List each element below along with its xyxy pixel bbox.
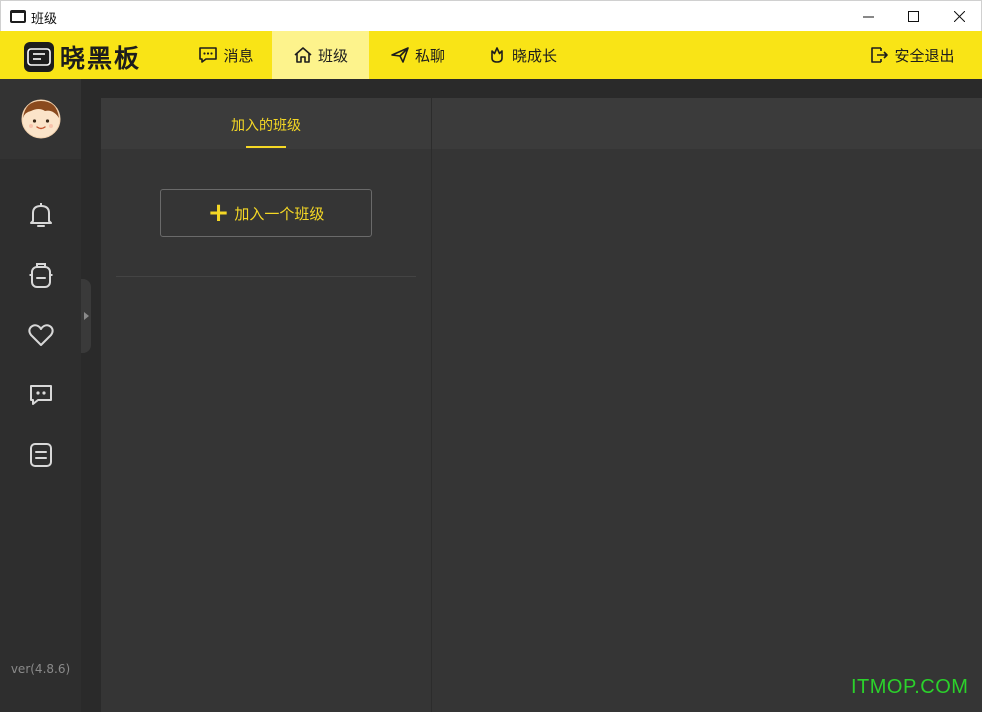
plus-icon: + — [207, 198, 230, 228]
nav-classes[interactable]: 班级 — [272, 31, 369, 79]
message-icon — [199, 47, 218, 63]
sidebar-collapse-handle[interactable] — [81, 279, 91, 353]
list-divider — [116, 276, 416, 277]
maximize-icon — [907, 11, 919, 22]
growth-icon — [491, 47, 503, 63]
maximize-button[interactable] — [890, 1, 936, 32]
window-titlebar: 班级 — [0, 0, 982, 31]
nav-growth[interactable]: 晓成长 — [466, 31, 578, 79]
backpack-icon — [29, 263, 53, 288]
nav-messages[interactable]: 消息 — [180, 31, 272, 79]
logout-button[interactable]: 安全退出 — [856, 31, 968, 79]
tab-active-indicator — [246, 146, 286, 148]
app-logo: 晓黑板 — [24, 39, 141, 75]
close-icon — [953, 11, 965, 22]
sidebar-backpack[interactable] — [25, 259, 57, 291]
tab-joined-classes[interactable]: 加入的班级 — [101, 98, 431, 149]
minimize-button[interactable] — [845, 1, 891, 32]
join-class-label: 加入一个班级 — [234, 204, 325, 223]
send-icon — [391, 47, 409, 63]
nav-classes-label: 班级 — [317, 46, 348, 65]
sidebar-heart[interactable] — [25, 319, 57, 351]
sidebar-notes[interactable] — [25, 439, 57, 471]
top-header: 晓黑板 消息 班级 私聊 晓成长 安全退出 — [0, 31, 982, 79]
avatar-area — [0, 79, 81, 159]
class-tabbar: 加入的班级 — [101, 98, 431, 149]
watermark: ITMOP.COM — [851, 676, 969, 698]
logout-label: 安全退出 — [894, 46, 955, 65]
home-icon — [294, 47, 312, 63]
notes-icon — [30, 443, 52, 467]
nav-private-chat-label: 私聊 — [414, 46, 445, 65]
avatar[interactable] — [21, 99, 61, 139]
logout-icon — [871, 47, 889, 63]
nav-messages-label: 消息 — [223, 46, 254, 65]
logo-badge-icon — [24, 42, 54, 72]
window-title: 班级 — [31, 12, 58, 27]
heart-icon — [28, 324, 54, 346]
detail-topbar — [432, 98, 982, 149]
nav-growth-label: 晓成长 — [511, 46, 557, 65]
app-icon — [10, 10, 26, 23]
sidebar-bell[interactable] — [25, 199, 57, 231]
bell-icon — [30, 203, 52, 227]
class-list-panel: 加入的班级 + 加入一个班级 — [101, 98, 431, 712]
nav-private-chat[interactable]: 私聊 — [369, 31, 466, 79]
minimize-icon — [862, 16, 874, 18]
logo-text: 晓黑板 — [60, 44, 142, 73]
chat-bubble-icon — [30, 385, 52, 405]
join-class-button[interactable]: + 加入一个班级 — [160, 189, 372, 237]
close-button[interactable] — [936, 1, 982, 32]
version-label: ver(4.8.6) — [10, 662, 71, 676]
left-sidebar: ver(4.8.6) — [0, 79, 81, 712]
class-detail-panel — [431, 98, 982, 712]
chevron-right-icon — [83, 312, 89, 320]
sidebar-chat[interactable] — [25, 379, 57, 411]
